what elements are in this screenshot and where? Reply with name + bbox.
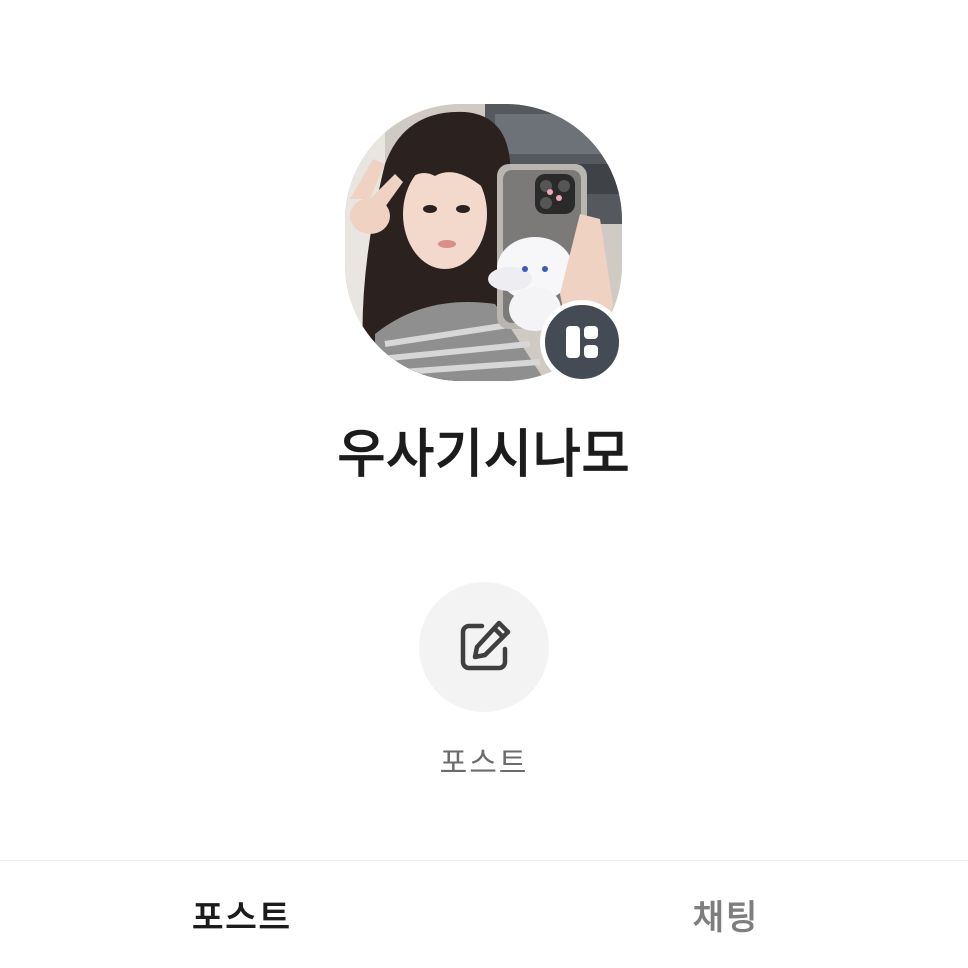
- tab-posts[interactable]: 포스트: [0, 861, 484, 968]
- profile-avatar-container[interactable]: [345, 104, 624, 384]
- profile-page: 우사기시나모 포스트 포스트 채팅: [0, 0, 968, 968]
- tab-chat[interactable]: 채팅: [484, 861, 968, 968]
- profile-name: 우사기시나모: [337, 425, 631, 485]
- edit-icon: [460, 620, 511, 671]
- channel-badge[interactable]: [540, 300, 624, 384]
- channel-icon: [566, 326, 598, 358]
- write-post-button[interactable]: [419, 582, 549, 712]
- bottom-tab-bar: 포스트 채팅: [0, 860, 968, 968]
- write-post-label: 포스트: [439, 746, 529, 781]
